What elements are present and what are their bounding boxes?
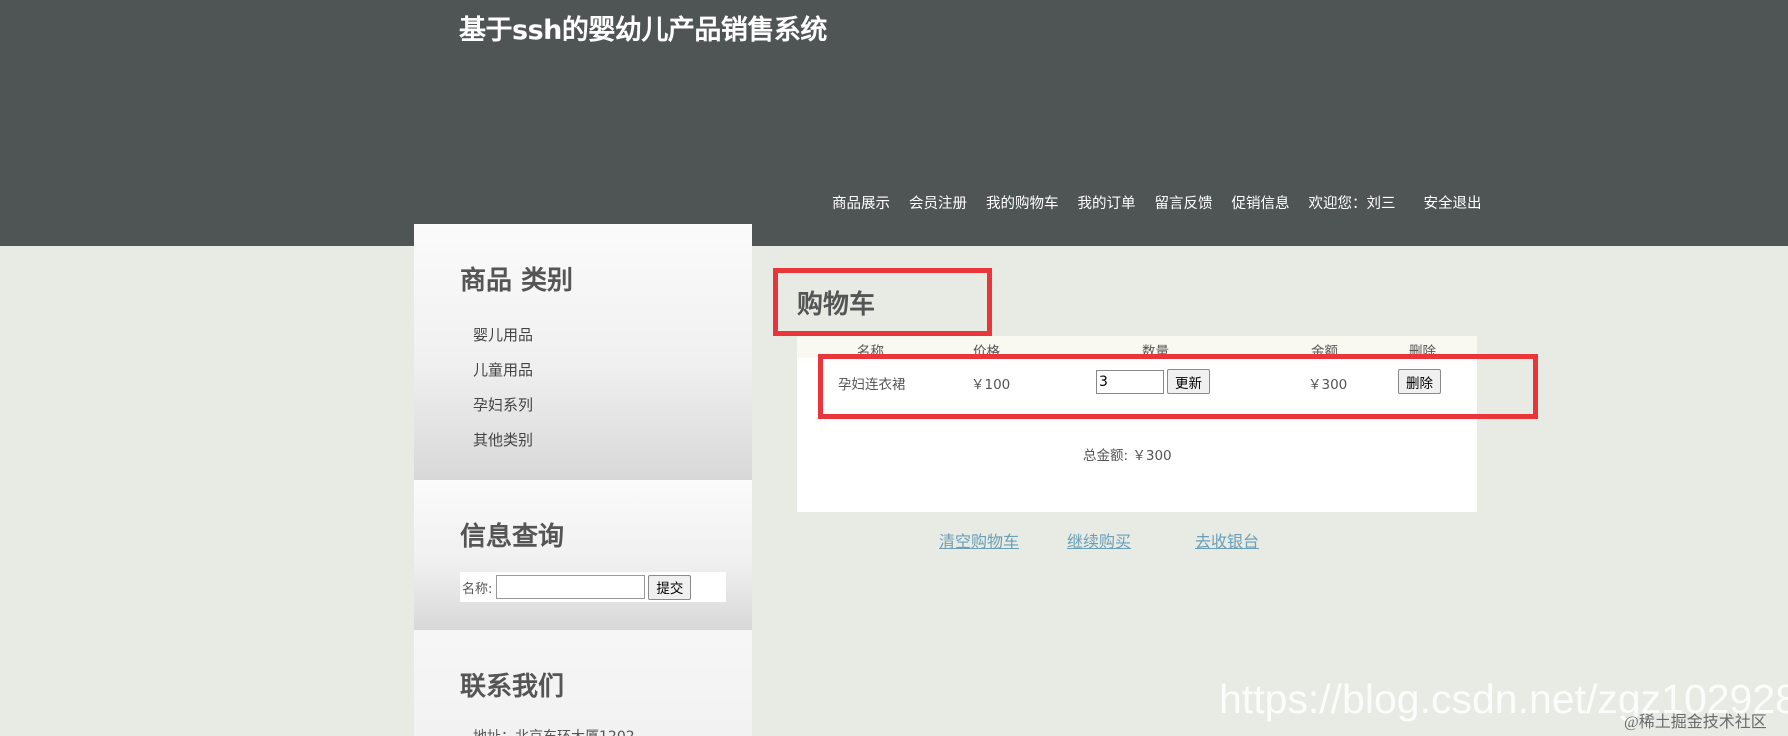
search-form: 名称: 提交 (460, 572, 726, 602)
total-value: ￥300 (1132, 448, 1172, 464)
category-item[interactable]: 婴儿用品 (473, 318, 533, 353)
site-title: 基于ssh的婴幼儿产品销售系统 (459, 15, 827, 46)
checkout-link[interactable]: 去收银台 (1195, 528, 1259, 552)
contact-panel: 联系我们 地址：北京东环大厦1202 (414, 630, 752, 736)
contact-title: 联系我们 (460, 672, 565, 702)
category-panel: 商品 类别 婴儿用品 儿童用品 孕妇系列 其他类别 (414, 224, 752, 480)
cart-total: 总金额: ￥300 (1083, 444, 1172, 464)
sidebar: 商品 类别 婴儿用品 儿童用品 孕妇系列 其他类别 信息查询 名称: 提交 联系… (414, 224, 752, 736)
welcome-user-text: 欢迎您：刘三 (1308, 196, 1396, 212)
search-name-input[interactable] (496, 575, 646, 599)
search-title: 信息查询 (460, 522, 565, 552)
nav-my-orders[interactable]: 我的订单 (1078, 192, 1136, 213)
search-submit-button[interactable]: 提交 (648, 574, 692, 600)
category-item[interactable]: 其他类别 (473, 423, 533, 458)
nav-my-cart[interactable]: 我的购物车 (986, 192, 1059, 213)
nav-feedback[interactable]: 留言反馈 (1155, 192, 1213, 213)
contact-address: 地址：北京东环大厦1202 (473, 726, 635, 736)
highlight-box-row (818, 354, 1538, 419)
category-list: 婴儿用品 儿童用品 孕妇系列 其他类别 (473, 318, 533, 458)
total-label: 总金额: (1083, 448, 1129, 464)
site-header: 基于ssh的婴幼儿产品销售系统 商品展示 会员注册 我的购物车 我的订单 留言反… (0, 0, 1788, 246)
nav-register[interactable]: 会员注册 (909, 192, 967, 213)
nav-promotions[interactable]: 促销信息 (1232, 192, 1290, 213)
search-name-label: 名称: (462, 581, 493, 597)
category-item[interactable]: 儿童用品 (473, 353, 533, 388)
nav-products[interactable]: 商品展示 (832, 192, 890, 213)
category-title: 商品 类别 (460, 266, 574, 296)
community-watermark: @稀土掘金技术社区 (1624, 714, 1767, 731)
category-item[interactable]: 孕妇系列 (473, 388, 533, 423)
search-panel: 信息查询 名称: 提交 (414, 480, 752, 630)
clear-cart-link[interactable]: 清空购物车 (939, 528, 1019, 552)
highlight-box-title (773, 268, 992, 336)
continue-shopping-link[interactable]: 继续购买 (1067, 528, 1131, 552)
nav-logout[interactable]: 安全退出 (1424, 192, 1482, 213)
main-nav: 商品展示 会员注册 我的购物车 我的订单 留言反馈 促销信息 欢迎您：刘三 安全… (832, 192, 1501, 213)
